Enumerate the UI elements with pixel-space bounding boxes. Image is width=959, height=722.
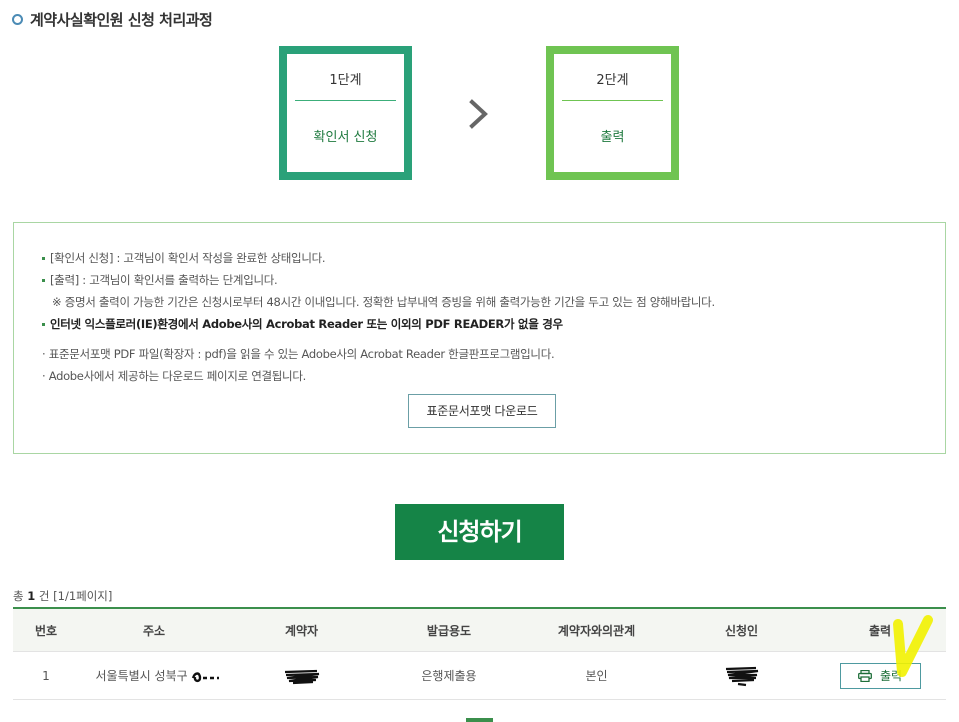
step-2-number: 2단계 bbox=[596, 73, 629, 88]
scroll-indicator bbox=[466, 718, 493, 722]
cell-relation: 본인 bbox=[524, 651, 669, 700]
info-line-print: [출력] : 고객님이 확인서를 출력하는 단계입니다. bbox=[42, 272, 278, 288]
cell-contractor bbox=[229, 651, 374, 700]
checkmark-icon bbox=[893, 615, 933, 677]
step-1-number: 1단계 bbox=[329, 73, 362, 88]
download-button[interactable]: 표준문서포맷 다운로드 bbox=[408, 394, 556, 428]
count-value: 1 bbox=[27, 589, 36, 603]
apply-button[interactable]: 신청하기 bbox=[395, 504, 564, 560]
count-prefix: 총 bbox=[13, 589, 24, 603]
count-suffix: 건 [1/1페이지] bbox=[38, 589, 113, 603]
column-header-no: 번호 bbox=[13, 607, 79, 652]
info-line-adobe: · Adobe사에서 제공하는 다운로드 페이지로 연결됩니다. bbox=[42, 369, 306, 383]
address-text: 서울특별시 성북구 bbox=[95, 669, 188, 683]
cell-purpose: 은행제출용 bbox=[374, 651, 524, 700]
info-box: [확인서 신청] : 고객님이 확인서 작성을 완료한 상태입니다. [출력] … bbox=[13, 222, 946, 454]
column-header-relation: 계약자와의관계 bbox=[524, 607, 669, 652]
square-bullet-icon bbox=[42, 323, 45, 326]
result-count: 총 1 건 [1/1페이지] bbox=[13, 588, 112, 604]
info-line-pdf: · 표준문서포맷 PDF 파일(확장자 : pdf)을 읽을 수 있는 Adob… bbox=[42, 347, 555, 361]
cell-address: 서울특별시 성북구 bbox=[79, 651, 229, 700]
info-text: [확인서 신청] : 고객님이 확인서 작성을 완료한 상태입니다. bbox=[50, 251, 326, 265]
step-1-name: 확인서 신청 bbox=[313, 130, 378, 145]
info-text: [출력] : 고객님이 확인서를 출력하는 단계입니다. bbox=[50, 273, 278, 287]
redaction-scribble-icon bbox=[725, 666, 758, 686]
redaction-scribble-icon bbox=[192, 671, 220, 682]
column-header-purpose: 발급용도 bbox=[374, 607, 524, 652]
info-line-ie: 인터넷 익스플로러(IE)환경에서 Adobe사의 Acrobat Reader… bbox=[42, 316, 563, 332]
cell-no: 1 bbox=[13, 651, 79, 700]
page-title: 계약사실확인원 신청 처리과정 bbox=[12, 9, 213, 30]
step-2-divider bbox=[562, 100, 663, 101]
square-bullet-icon bbox=[42, 257, 45, 260]
circle-bullet-icon bbox=[12, 14, 23, 25]
table-row: 1 서울특별시 성북구 은행제출용 본인 출력 bbox=[13, 651, 946, 700]
result-table: 번호 주소 계약자 발급용도 계약자와의관계 신청인 출력 1 서울특별시 성북… bbox=[13, 607, 946, 700]
chevron-right-icon bbox=[469, 99, 488, 129]
step-2-box: 2단계 출력 bbox=[546, 46, 679, 180]
step-1-divider bbox=[295, 100, 396, 101]
cell-applicant bbox=[669, 651, 814, 700]
step-2-name: 출력 bbox=[600, 130, 625, 145]
square-bullet-icon bbox=[42, 279, 45, 282]
page-title-text: 계약사실확인원 신청 처리과정 bbox=[30, 11, 213, 29]
step-1-box: 1단계 확인서 신청 bbox=[279, 46, 412, 180]
table-header-row: 번호 주소 계약자 발급용도 계약자와의관계 신청인 출력 bbox=[13, 607, 946, 652]
printer-icon bbox=[858, 669, 872, 682]
info-line-request: [확인서 신청] : 고객님이 확인서 작성을 완료한 상태입니다. bbox=[42, 250, 326, 266]
column-header-address: 주소 bbox=[79, 607, 229, 652]
redaction-scribble-icon bbox=[284, 669, 319, 684]
column-header-applicant: 신청인 bbox=[669, 607, 814, 652]
info-line-note: ※ 증명서 출력이 가능한 기간은 신청시로부터 48시간 이내입니다. 정확한… bbox=[52, 295, 715, 309]
column-header-contractor: 계약자 bbox=[229, 607, 374, 652]
info-text: 인터넷 익스플로러(IE)환경에서 Adobe사의 Acrobat Reader… bbox=[50, 317, 563, 331]
